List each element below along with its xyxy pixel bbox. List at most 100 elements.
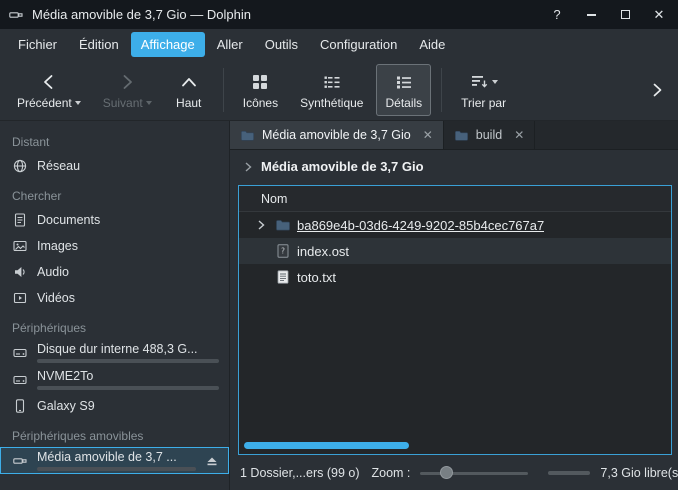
sidebar-item-label: Média amovible de 3,7 ... [37, 450, 196, 464]
free-space-text: 7,3 Gio libre(s) [600, 466, 678, 480]
svg-text:?: ? [281, 247, 285, 256]
arrow-right-icon [117, 72, 137, 92]
menu-aide[interactable]: Aide [409, 32, 455, 57]
menu-affichage[interactable]: Affichage [131, 32, 205, 57]
dolphin-window: Média amovible de 3,7 Gio — Dolphin ? ✕ … [0, 0, 678, 490]
file-name: index.ost [297, 244, 349, 259]
up-button[interactable]: Haut [165, 64, 213, 116]
maximize-button[interactable] [612, 4, 638, 26]
chevron-down-icon [146, 101, 152, 105]
usb-drive-window-icon [8, 7, 24, 23]
file-view: Nom ba869e4b-03d6-4249-9202-85b4cec767a7… [238, 185, 672, 455]
column-header-nom[interactable]: Nom [239, 186, 671, 212]
sidebar-item-label: Images [37, 239, 78, 253]
tab-build[interactable]: build ✕ [444, 121, 535, 149]
sidebar-item-label: Vidéos [37, 291, 75, 305]
forward-button[interactable]: Suivant [94, 64, 161, 116]
sidebar-item-images[interactable]: Images [0, 233, 229, 259]
tab-label: build [476, 128, 502, 142]
file-row-folder[interactable]: ba869e4b-03d6-4249-9202-85b4cec767a7 [239, 212, 671, 238]
chevron-right-icon [242, 161, 254, 173]
minimize-icon [587, 14, 596, 16]
menu-configuration[interactable]: Configuration [310, 32, 407, 57]
view-details-button[interactable]: Détails [376, 64, 431, 116]
view-details-label: Détails [385, 96, 422, 110]
sidebar-item-label: Audio [37, 265, 69, 279]
window-title: Média amovible de 3,7 Gio — Dolphin [32, 7, 536, 22]
menu-outils[interactable]: Outils [255, 32, 308, 57]
view-icons-button[interactable]: Icônes [234, 64, 287, 116]
eject-button[interactable] [205, 454, 219, 468]
places-panel: Distant Réseau Chercher Documents Images… [0, 121, 230, 490]
expand-arrow-icon[interactable] [253, 217, 269, 233]
folder-icon [275, 217, 291, 233]
horizontal-scrollbar[interactable] [239, 441, 671, 454]
zoom-slider-handle[interactable] [440, 466, 453, 479]
menubar: Fichier Édition Affichage Aller Outils C… [0, 29, 678, 60]
help-button[interactable]: ? [544, 4, 570, 26]
up-label: Haut [176, 96, 201, 110]
folder-icon [454, 128, 469, 143]
grid-view-icon [250, 72, 270, 92]
sidebar-item-disque-interne[interactable]: Disque dur interne 488,3 G... [0, 339, 229, 366]
chevron-right-icon [648, 81, 666, 99]
chevron-down-icon [492, 80, 498, 84]
folder-icon [240, 128, 255, 143]
status-bar: 1 Dossier,...ers (99 o) Zoom : 7,3 Gio l… [230, 455, 678, 490]
sort-by-label: Trier par [461, 96, 506, 110]
file-name: ba869e4b-03d6-4249-9202-85b4cec767a7 [297, 218, 544, 233]
compact-list-icon [322, 72, 342, 92]
sidebar-item-galaxy-s9[interactable]: Galaxy S9 [0, 393, 229, 419]
chevron-down-icon [75, 101, 81, 105]
sidebar-item-videos[interactable]: Vidéos [0, 285, 229, 311]
file-row-index-ost[interactable]: ? index.ost [239, 238, 671, 264]
sidebar-item-reseau[interactable]: Réseau [0, 153, 229, 179]
arrow-up-icon [179, 72, 199, 92]
zoom-slider[interactable] [420, 466, 528, 480]
sort-by-button[interactable]: Trier par [452, 64, 515, 116]
file-row-toto-txt[interactable]: toto.txt [239, 264, 671, 290]
minimize-button[interactable] [578, 4, 604, 26]
menu-aller[interactable]: Aller [207, 32, 253, 57]
sidebar-item-media-amovible[interactable]: Média amovible de 3,7 ... [0, 447, 229, 474]
usb-drive-icon [12, 453, 28, 469]
text-file-icon [275, 269, 291, 285]
back-label: Précédent [17, 96, 72, 110]
zoom-slider-groove [420, 472, 528, 475]
section-header-peripheriques: Périphériques [0, 311, 229, 339]
smartphone-icon [12, 398, 28, 414]
view-compact-button[interactable]: Synthétique [291, 64, 372, 116]
disk-usage-bar [37, 467, 196, 471]
zoom-label: Zoom : [372, 466, 411, 480]
toolbar-overflow-button[interactable] [644, 68, 670, 112]
sidebar-item-label: NVME2To [37, 369, 219, 383]
forward-label: Suivant [103, 96, 143, 110]
sidebar-item-label: Réseau [37, 159, 80, 173]
view-compact-label: Synthétique [300, 96, 363, 110]
scrollbar-thumb[interactable] [244, 442, 409, 449]
maximize-icon [621, 10, 630, 19]
disk-usage-bar [37, 386, 219, 390]
audio-icon [12, 264, 28, 280]
arrow-left-icon [39, 72, 59, 92]
sidebar-item-documents[interactable]: Documents [0, 207, 229, 233]
images-icon [12, 238, 28, 254]
breadcrumb-location[interactable]: Média amovible de 3,7 Gio [261, 159, 424, 174]
tab-close-button[interactable]: ✕ [423, 128, 433, 142]
disk-usage-bar [37, 359, 219, 363]
tab-label: Média amovible de 3,7 Gio [262, 128, 411, 142]
menu-fichier[interactable]: Fichier [8, 32, 67, 57]
back-button[interactable]: Précédent [8, 64, 90, 116]
section-header-chercher: Chercher [0, 179, 229, 207]
sidebar-item-label: Disque dur interne 488,3 G... [37, 342, 219, 356]
sidebar-item-nvme2to[interactable]: NVME2To [0, 366, 229, 393]
tab-close-button[interactable]: ✕ [514, 128, 524, 142]
tab-media-amovible[interactable]: Média amovible de 3,7 Gio ✕ [230, 121, 444, 149]
close-button[interactable]: ✕ [646, 4, 672, 26]
menu-edition[interactable]: Édition [69, 32, 129, 57]
sidebar-item-audio[interactable]: Audio [0, 259, 229, 285]
file-list: ba869e4b-03d6-4249-9202-85b4cec767a7 ? i… [239, 212, 671, 441]
titlebar: Média amovible de 3,7 Gio — Dolphin ? ✕ [0, 0, 678, 29]
tab-bar: Média amovible de 3,7 Gio ✕ build ✕ [230, 121, 678, 150]
window-body: Distant Réseau Chercher Documents Images… [0, 121, 678, 490]
